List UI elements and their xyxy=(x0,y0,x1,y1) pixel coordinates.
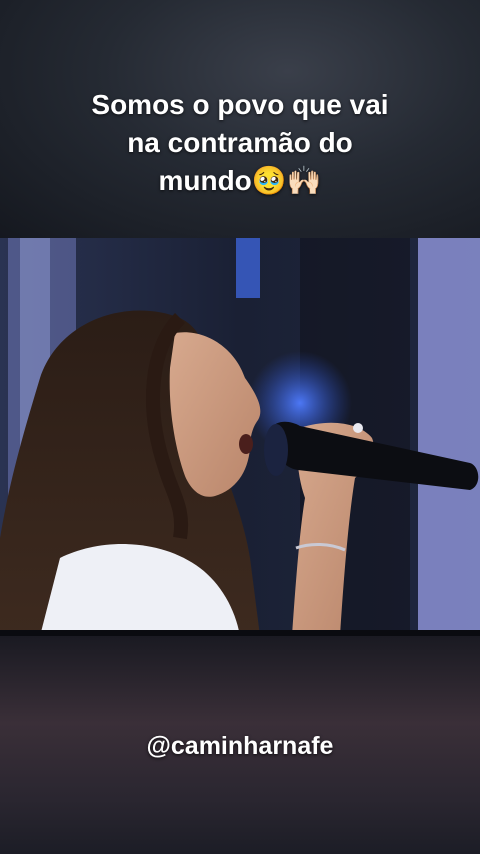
caption-line-2: na contramão do xyxy=(127,127,353,158)
video-caption: Somos o povo que vai na contramão do mun… xyxy=(20,86,460,200)
video-frame[interactable] xyxy=(0,238,480,636)
singer-image xyxy=(0,238,480,636)
caption-line-3: mundo🥹🙌🏻 xyxy=(158,165,322,196)
caption-line-1: Somos o povo que vai xyxy=(91,89,389,120)
account-handle: @caminharnafe xyxy=(146,732,334,760)
